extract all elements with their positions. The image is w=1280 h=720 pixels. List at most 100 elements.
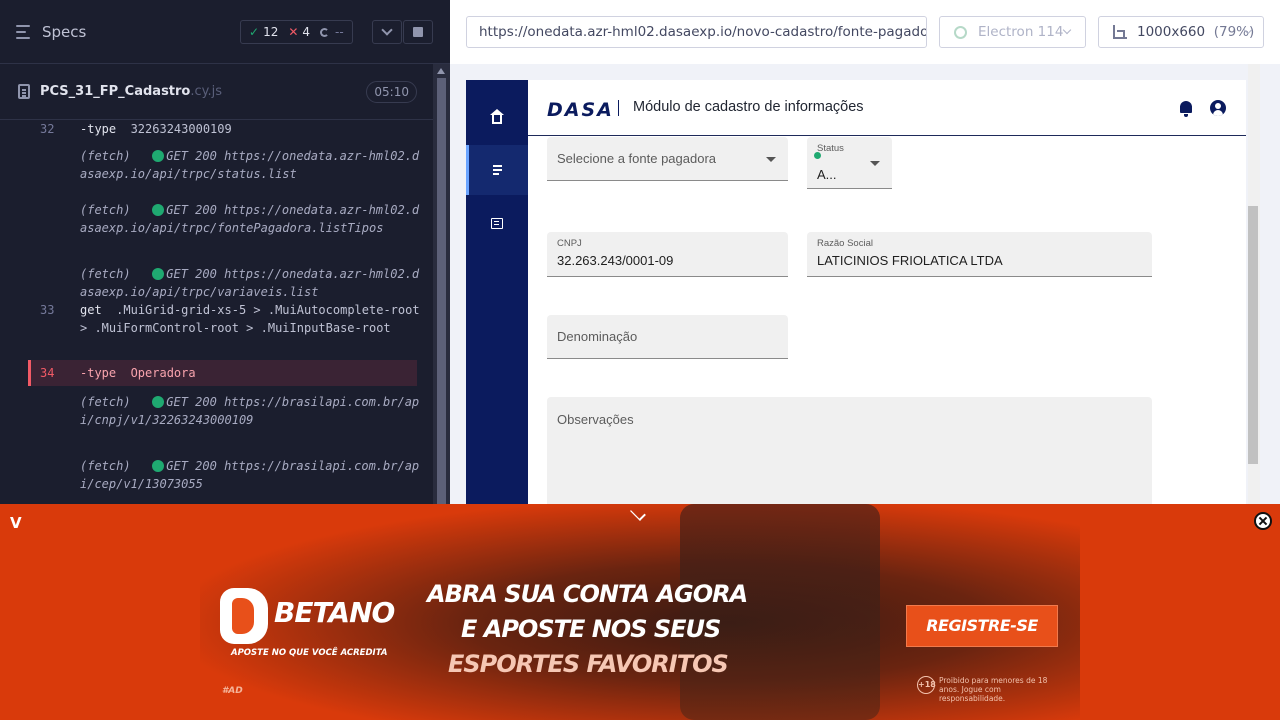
ad-headline-line-2: E APOSTE NOS SEUS (461, 615, 721, 643)
fetch-method: GET 200 (166, 395, 217, 409)
close-icon[interactable] (1254, 512, 1272, 530)
cnpj-field[interactable]: CNPJ 32.263.243/0001-09 (547, 232, 788, 277)
chevron-down-icon (1062, 25, 1072, 35)
fetch-method: GET 200 (166, 203, 217, 217)
sidebar-item-cadastro[interactable] (466, 145, 528, 195)
fetch-url: https://brasilapi.com.br/api/cep/v1/1307… (80, 459, 420, 491)
command-keyword: -type (80, 122, 117, 136)
ad-headline-line-3: ESPORTES FAVORITOS (448, 650, 729, 678)
failed-value: 4 (302, 25, 311, 39)
command-number: 32 (40, 122, 55, 136)
electron-icon (954, 26, 967, 39)
command-row[interactable]: 33 get .MuiGrid-grid-xs-5 > .MuiAutocomp… (0, 301, 420, 337)
fetch-row[interactable]: (fetch) GET 200 https://onedata.azr-hml0… (0, 201, 420, 237)
command-number: 34 (40, 366, 55, 380)
fetch-row[interactable]: (fetch) GET 200 https://brasilapi.com.br… (0, 393, 420, 429)
status-dot-icon (152, 396, 165, 408)
fonte-pagadora-placeholder: Selecione a fonte pagadora (557, 151, 717, 166)
status-dot-icon (152, 460, 165, 472)
pending-count: -- (320, 25, 344, 39)
url-bar[interactable]: https://onedata.azr-hml02.dasaexp.io/nov… (466, 16, 927, 48)
edit-list-icon (492, 165, 505, 175)
cnpj-label: CNPJ (557, 238, 582, 249)
stop-button[interactable] (403, 20, 433, 44)
ruler-icon (1113, 25, 1127, 39)
stop-icon (413, 27, 423, 37)
aut-header: https://onedata.azr-hml02.dasaexp.io/nov… (450, 0, 1280, 64)
bell-icon[interactable] (1180, 101, 1192, 117)
app-sidebar (466, 80, 528, 504)
command-row-active[interactable]: 34 -type Operadora (28, 360, 417, 386)
app-topbar: DASA Módulo de cadastro de informações (528, 80, 1246, 136)
dropdown-arrow-icon (870, 161, 880, 166)
failed-count: ✕ 4 (288, 25, 310, 39)
viewport-size: 1000x660 (1137, 24, 1206, 40)
command-keyword: get (80, 303, 102, 317)
razao-social-label: Razão Social (817, 238, 873, 249)
razao-social-value: LATICINIOS FRIOLATICA LTDA (817, 253, 1003, 268)
app-scrollbar[interactable] (1248, 64, 1260, 504)
command-number: 33 (40, 303, 55, 317)
test-stats: ✓ 12 ✕ 4 -- (240, 20, 353, 44)
command-keyword: -type (80, 366, 117, 380)
denominacao-field[interactable]: Denominação (547, 315, 788, 359)
module-title: Módulo de cadastro de informações (633, 99, 864, 115)
status-dot-icon (152, 268, 165, 280)
cypress-runner: Specs ✓ 12 ✕ 4 -- PCS_31_FP_Cadastro .cy.j… (0, 0, 1280, 720)
fetch-tag: (fetch) (80, 267, 131, 281)
fetch-row[interactable]: (fetch) GET 200 https://onedata.azr-hml0… (0, 265, 420, 301)
x-icon: ✕ (288, 25, 299, 39)
reporter-scrollbar[interactable] (433, 64, 450, 504)
title-separator (618, 100, 619, 116)
status-value: A... (817, 167, 837, 182)
fetch-tag: (fetch) (80, 149, 131, 163)
ad-hashtag: #AD (222, 686, 243, 696)
status-select[interactable]: Status A... (807, 137, 892, 189)
ad-network-badge[interactable]: V (10, 514, 22, 532)
check-icon: ✓ (249, 25, 260, 39)
browser-selector[interactable]: Electron 114 (939, 16, 1086, 48)
spec-duration: 05:10 (366, 81, 417, 103)
viewport-selector[interactable]: 1000x660 (79%) (1098, 16, 1264, 48)
ad-banner[interactable]: V BETANO APOSTE NO QUE VOCÊ ACREDITA #AD… (0, 504, 1280, 720)
fetch-tag: (fetch) (80, 459, 131, 473)
denominacao-placeholder: Denominação (557, 329, 638, 344)
sidebar-item-forms[interactable] (466, 198, 528, 248)
command-arg: Operadora (130, 366, 196, 380)
fonte-pagadora-select[interactable]: Selecione a fonte pagadora (547, 137, 788, 181)
observacoes-field[interactable]: Observações (547, 397, 1152, 504)
account-icon[interactable] (1210, 100, 1226, 116)
command-row[interactable]: 32 -type 32263243000109 (0, 120, 433, 138)
fetch-method: GET 200 (166, 149, 217, 163)
fetch-url: https://onedata.azr-hml02.dasaexp.io/api… (80, 267, 420, 299)
command-log: 32 -type 32263243000109 (fetch) GET 200 … (0, 120, 433, 504)
fetch-url: https://brasilapi.com.br/api/cnpj/v1/322… (80, 395, 420, 427)
fonte-pagadora-form: Selecione a fonte pagadora Status A... C… (528, 137, 1246, 504)
pending-icon (320, 28, 330, 37)
ad-brand-name: BETANO (274, 596, 395, 629)
sidebar-item-home[interactable] (466, 93, 528, 143)
razao-social-field[interactable]: Razão Social LATICINIOS FRIOLATICA LTDA (807, 232, 1152, 277)
fetch-row[interactable]: (fetch) GET 200 https://onedata.azr-hml0… (0, 147, 420, 183)
browser-label: Electron 114 (978, 24, 1064, 40)
form-icon (491, 217, 503, 229)
auto-scroll-button[interactable] (372, 20, 402, 44)
passed-count: ✓ 12 (249, 25, 278, 39)
dasa-logo[interactable]: DASA (547, 99, 614, 121)
status-dot-icon (814, 152, 821, 159)
fetch-row[interactable]: (fetch) GET 200 https://brasilapi.com.br… (0, 457, 420, 493)
chevron-down-icon (381, 24, 393, 36)
spec-file-name: PCS_31_FP_Cadastro (40, 84, 191, 99)
passed-value: 12 (263, 25, 279, 39)
spec-file-row[interactable]: PCS_31_FP_Cadastro .cy.js 05:10 (0, 64, 433, 120)
register-button[interactable]: REGISTRE-SE (906, 605, 1058, 647)
status-dot-icon (152, 150, 165, 162)
betano-logo-icon (220, 588, 268, 644)
age-disclaimer: Proibido para menores de 18 anos. Jogue … (939, 676, 1048, 703)
fetch-url: https://onedata.azr-hml02.dasaexp.io/api… (80, 203, 420, 235)
specs-label[interactable]: Specs (42, 23, 86, 41)
specs-list-icon[interactable] (16, 24, 34, 39)
file-icon (18, 84, 30, 99)
fetch-method: GET 200 (166, 267, 217, 281)
dropdown-arrow-icon (766, 157, 776, 162)
